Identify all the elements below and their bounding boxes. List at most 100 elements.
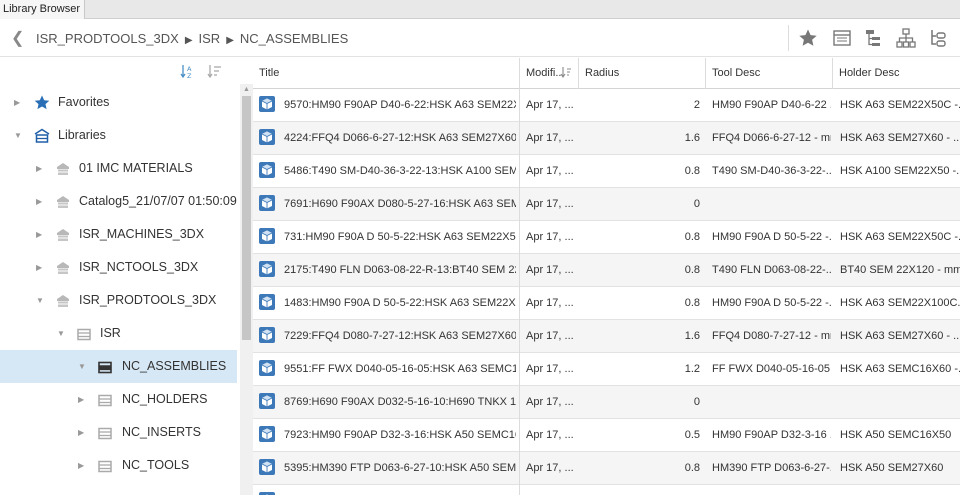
library-icon [54,160,72,178]
expand-right-icon[interactable]: ▶ [78,461,84,470]
table-view-icon[interactable] [831,27,853,49]
tree-node-nc-assemblies[interactable]: ▼ NC_ASSEMBLIES [0,350,237,383]
cell-radius: 0.8 [684,264,700,276]
library-icon [54,193,72,211]
cell-holder-desc: HSK A100 SEM22X50 -... [840,165,960,177]
library-icon [33,127,51,145]
sort-alpha-icon[interactable]: AZ [180,63,196,79]
assembly-cube-icon [258,392,276,410]
tree-node-label: NC_INSERTS [122,425,201,439]
tree-node-isr-prodtools-3dx[interactable]: ▼ ISR_PRODTOOLS_3DX [0,284,237,317]
sort-descending-icon[interactable] [560,66,572,78]
table-row[interactable]: 7229:FFQ4 D080-7-27-12:HSK A63 SEM27X60-… [253,320,960,353]
folder-icon [96,391,114,409]
folder-icon [75,325,93,343]
expand-down-icon[interactable]: ▼ [78,362,86,371]
library-tree: AZ ▶ Favorites ▼ Libraries ▶ 01 IMC MATERIALS… [0,58,240,495]
column-header-modified-label: Modifi... [526,67,565,79]
table-row[interactable]: 1483:HM90 F90A D 50-5-22:HSK A63 SEM22X1… [253,287,960,320]
column-header-modified[interactable]: Modifi... [520,58,579,89]
breadcrumb-item-prodtools[interactable]: ISR_PRODTOOLS_3DX [36,31,179,46]
tree-node-isr-nctools-3dx[interactable]: ▶ ISR_NCTOOLS_3DX [0,251,237,284]
assembly-cube-icon [258,425,276,443]
results-table: Title Modifi... Radius Tool Desc Holder … [253,58,960,495]
table-row[interactable]: 8769:H690 F90AX D032-5-16-10:H690 TNKX 1… [253,386,960,419]
expand-right-icon[interactable]: ▶ [78,395,84,404]
folder-icon [96,424,114,442]
assembly-cube-icon [258,491,276,495]
column-header-radius[interactable]: Radius [579,58,706,89]
tree-node-01-imc-materials[interactable]: ▶ 01 IMC MATERIALS [0,152,237,185]
cell-modified: Apr 17, ... [526,198,574,210]
breadcrumb-item-nc-assemblies[interactable]: NC_ASSEMBLIES [240,31,348,46]
assembly-cube-icon [258,458,276,476]
cell-title: 1483:HM90 F90A D 50-5-22:HSK A63 SEM22X1… [284,297,516,309]
tree-scrollbar[interactable]: ▲ [240,84,253,495]
column-header-holder-desc[interactable]: Holder Desc [833,58,960,89]
table-row[interactable]: 2175:T490 FLN D063-08-22-R-13:BT40 SEM 2… [253,254,960,287]
back-chevron-icon[interactable]: ❮ [11,28,24,48]
cell-holder-desc: BT40 SEM 22X120 - mm [840,264,960,276]
assembly-cube-icon [258,293,276,311]
expand-down-icon[interactable]: ▼ [57,329,65,338]
assembly-cube-icon [258,194,276,212]
tree-node-label: ISR_MACHINES_3DX [79,227,205,241]
expand-right-icon[interactable]: ▶ [36,230,42,239]
expand-right-icon[interactable]: ▶ [36,164,42,173]
column-header-tool-desc[interactable]: Tool Desc [706,58,833,89]
table-row-partial[interactable] [253,485,960,495]
tree-node-nc-tools[interactable]: ▶ NC_TOOLS [0,449,237,482]
assembly-cube-icon [258,128,276,146]
cell-tool-desc: HM90 F90A D 50-5-22 -... [712,297,831,309]
library-browser-tab[interactable]: Library Browser [0,0,86,19]
expand-right-icon[interactable]: ▶ [36,263,42,272]
assembly-cube-icon [258,227,276,245]
cell-radius: 0 [693,198,700,210]
cell-holder-desc: HSK A50 SEMC16X50 [840,429,952,441]
star-icon[interactable] [797,27,819,49]
expand-right-icon[interactable]: ▶ [36,197,42,206]
cell-tool-desc: FFQ4 D066-6-27-12 - mm [712,132,831,144]
breadcrumb: ISR_PRODTOOLS_3DX ▶ ISR ▶ NC_ASSEMBLIES [36,31,348,46]
column-header-title[interactable]: Title [253,58,520,89]
breadcrumb-item-isr[interactable]: ISR [199,31,221,46]
scrollbar-thumb[interactable] [242,96,251,340]
structure-icon[interactable] [927,27,949,49]
assembly-cube-icon [258,95,276,113]
expand-right-icon[interactable]: ▶ [14,98,20,107]
table-row[interactable]: 9570:HM90 F90AP D40-6-22:HSK A63 SEM22X5… [253,89,960,122]
cell-radius: 1.6 [684,330,700,342]
table-row[interactable]: 731:HM90 F90A D 50-5-22:HSK A63 SEM22X50… [253,221,960,254]
tree-node-libraries[interactable]: ▼ Libraries [0,119,237,152]
tree-node-nc-inserts[interactable]: ▶ NC_INSERTS [0,416,237,449]
table-row[interactable]: 4224:FFQ4 D066-6-27-12:HSK A63 SEM27X60-… [253,122,960,155]
tree-node-label: Libraries [58,128,106,142]
expand-right-icon[interactable]: ▶ [78,428,84,437]
cell-holder-desc: HSK A63 SEM22X50C -... [840,99,960,111]
cell-radius: 0.8 [684,297,700,309]
tree-node-label: NC_ASSEMBLIES [122,359,227,373]
cell-radius: 1.6 [684,132,700,144]
table-row[interactable]: 5486:T490 SM-D40-36-3-22-13:HSK A100 SEM… [253,155,960,188]
tree-view-icon[interactable] [863,27,885,49]
table-row[interactable]: 7923:HM90 F90AP D32-3-16:HSK A50 SEMC16.… [253,419,960,452]
table-row[interactable]: 5395:HM390 FTP D063-6-27-10:HSK A50 SEM2… [253,452,960,485]
hierarchy-icon[interactable] [895,27,917,49]
expand-down-icon[interactable]: ▼ [14,131,22,140]
folder-icon [96,457,114,475]
cell-holder-desc: HSK A50 SEM27X60 [840,462,944,474]
cell-modified: Apr 17, ... [526,231,574,243]
tree-node-isr[interactable]: ▼ ISR [0,317,237,350]
scroll-up-icon[interactable]: ▲ [243,86,250,93]
sort-order-icon[interactable] [207,63,223,79]
table-row[interactable]: 9551:FF FWX D040-05-16-05:HSK A63 SEMC16… [253,353,960,386]
tree-node-catalog5-21-07-07-01-50-09[interactable]: ▶ Catalog5_21/07/07 01:50:09 [0,185,237,218]
tree-node-favorites[interactable]: ▶ Favorites [0,86,237,119]
window-tab-bar: Library Browser [0,0,960,19]
table-row[interactable]: 7691:H690 F90AX D080-5-27-16:HSK A63 SEM… [253,188,960,221]
tree-node-label: NC_HOLDERS [122,392,208,406]
tree-node-isr-machines-3dx[interactable]: ▶ ISR_MACHINES_3DX [0,218,237,251]
column-divider [519,89,520,495]
tree-node-nc-holders[interactable]: ▶ NC_HOLDERS [0,383,237,416]
expand-down-icon[interactable]: ▼ [36,296,44,305]
